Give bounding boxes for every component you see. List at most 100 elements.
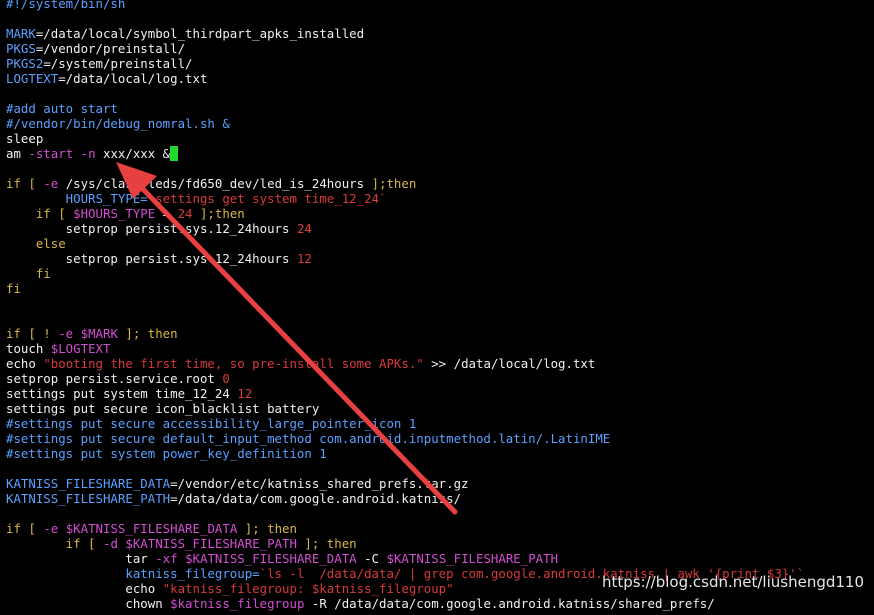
code-token: touch <box>6 341 51 356</box>
code-line: #/vendor/bin/debug_nomral.sh & <box>6 116 804 131</box>
code-token: $KATNISS_FILESHARE_DATA <box>185 551 357 566</box>
code-line: #add auto start <box>6 101 804 116</box>
code-token: LOGTEXT <box>6 71 59 86</box>
code-token: =/vendor/etc/katniss_shared_prefs.tar.gz <box>170 476 469 491</box>
code-token: 24 <box>296 221 312 236</box>
terminal-window[interactable]: #!/system/bin/sh MARK=/data/local/symbol… <box>0 0 874 615</box>
code-token: $katniss_filegroup <box>170 596 305 611</box>
code-line: fi <box>6 281 804 296</box>
watermark: https://blog.csdn.net/liushengd110 <box>601 573 864 591</box>
code-token: am <box>6 146 29 161</box>
code-line: am -start -n xxx/xxx & <box>6 146 804 161</box>
code-token: #settings put secure default_input_metho… <box>6 431 611 446</box>
code-token: -d <box>102 536 118 551</box>
code-line: if [ -e /sys/class/leds/fd650_dev/led_is… <box>6 176 804 191</box>
code-token: HOURS_TYPE= <box>6 191 148 206</box>
code-line: PKGS=/vendor/preinstall/ <box>6 41 804 56</box>
code-token: setprop persist.service.root <box>6 371 223 386</box>
code-token: #!/system/bin/sh <box>6 0 126 11</box>
code-token: settings put system time_12_24 <box>6 386 238 401</box>
code-token: fi <box>6 281 21 296</box>
code-token: $KATNISS_FILESHARE_PATH <box>386 551 559 566</box>
code-token: sleep <box>6 131 44 146</box>
code-token: $KATNISS_FILESHARE_PATH <box>125 536 297 551</box>
code-line: #!/system/bin/sh <box>6 0 804 11</box>
code-token: 0 <box>222 371 230 386</box>
code-token: = <box>155 206 178 221</box>
code-line: touch $LOGTEXT <box>6 341 804 356</box>
code-line: KATNISS_FILESHARE_PATH=/data/data/com.go… <box>6 491 804 506</box>
code-token: -e <box>43 521 59 536</box>
code-token: =/system/preinstall/ <box>43 56 193 71</box>
code-line: settings put secure icon_blacklist batte… <box>6 401 804 416</box>
code-token: PKGS <box>6 41 36 56</box>
code-line: LOGTEXT=/data/local/log.txt <box>6 71 804 86</box>
code-token: "booting the first time, so pre-install … <box>43 356 424 371</box>
code-token: >> /data/local/log.txt <box>423 356 596 371</box>
code-token: echo <box>6 356 44 371</box>
code-token: fi <box>6 266 51 281</box>
text-cursor <box>170 146 178 161</box>
code-line: setprop persist.sys.12_24hours 12 <box>6 251 804 266</box>
code-token: ]; then <box>237 521 297 536</box>
code-line: #settings put system power_key_definitio… <box>6 446 804 461</box>
code-token: setprop persist.sys.12_24hours <box>6 221 297 236</box>
code-token: -xf <box>155 551 178 566</box>
code-token: ];then <box>371 176 417 191</box>
code-line: #settings put secure accessibility_large… <box>6 416 804 431</box>
code-token: =/data/data/com.google.android.katniss/ <box>170 491 462 506</box>
code-token: settings put secure icon_blacklist batte… <box>6 401 320 416</box>
code-line: MARK=/data/local/symbol_thirdpart_apks_i… <box>6 26 804 41</box>
script-text[interactable]: #!/system/bin/sh MARK=/data/local/symbol… <box>6 0 804 611</box>
code-token: 24 <box>177 206 193 221</box>
code-token: ]; then <box>296 536 357 551</box>
code-line: #settings put secure default_input_metho… <box>6 431 804 446</box>
code-line: setprop persist.service.root 0 <box>6 371 804 386</box>
code-line: tar -xf $KATNISS_FILESHARE_DATA -C $KATN… <box>6 551 804 566</box>
code-token: xxx/xxx & <box>95 146 171 161</box>
code-line: else <box>6 236 804 251</box>
code-line: echo "booting the first time, so pre-ins… <box>6 356 804 371</box>
code-token: PKGS2 <box>6 56 44 71</box>
code-token: #settings put system power_key_definitio… <box>6 446 327 461</box>
code-token: "katniss_filegroup: $katniss_filegroup" <box>162 581 454 596</box>
code-token: -R /data/data/com.google.android.katniss… <box>304 596 715 611</box>
code-token: -C <box>356 551 387 566</box>
code-token: $KATNISS_FILESHARE_DATA <box>65 521 238 536</box>
code-line: if [ ! -e $MARK ]; then <box>6 326 804 341</box>
code-token: katniss_filegroup= <box>6 566 260 581</box>
code-token: #add auto start <box>6 101 118 116</box>
code-token: if [ ! <box>6 326 59 341</box>
code-token: 12 <box>237 386 253 401</box>
code-line: if [ -d $KATNISS_FILESHARE_PATH ]; then <box>6 536 804 551</box>
code-token: KATNISS_FILESHARE_PATH <box>6 491 171 506</box>
code-line: setprop persist.sys.12_24hours 24 <box>6 221 804 236</box>
code-token: $HOURS_TYPE <box>73 206 156 221</box>
code-token: KATNISS_FILESHARE_DATA <box>6 476 171 491</box>
code-line: if [ -e $KATNISS_FILESHARE_DATA ]; then <box>6 521 804 536</box>
code-token: MARK <box>6 26 36 41</box>
code-line: KATNISS_FILESHARE_DATA=/vendor/etc/katni… <box>6 476 804 491</box>
code-token: -start -n <box>28 146 96 161</box>
code-token: -e <box>58 326 74 341</box>
code-token: setprop persist.sys.12_24hours <box>6 251 297 266</box>
code-token: if [ <box>6 536 103 551</box>
code-token: =/data/local/symbol_thirdpart_apks_insta… <box>35 26 365 41</box>
code-token: =/data/local/log.txt <box>58 71 208 86</box>
code-token: if [ <box>6 176 44 191</box>
code-line: fi <box>6 266 804 281</box>
code-token: $LOGTEXT <box>50 341 111 356</box>
code-token: =/vendor/preinstall/ <box>35 41 186 56</box>
code-line: HOURS_TYPE=`settings get system time_12_… <box>6 191 804 206</box>
code-token: $MARK <box>80 326 118 341</box>
code-token: ];then <box>192 206 245 221</box>
